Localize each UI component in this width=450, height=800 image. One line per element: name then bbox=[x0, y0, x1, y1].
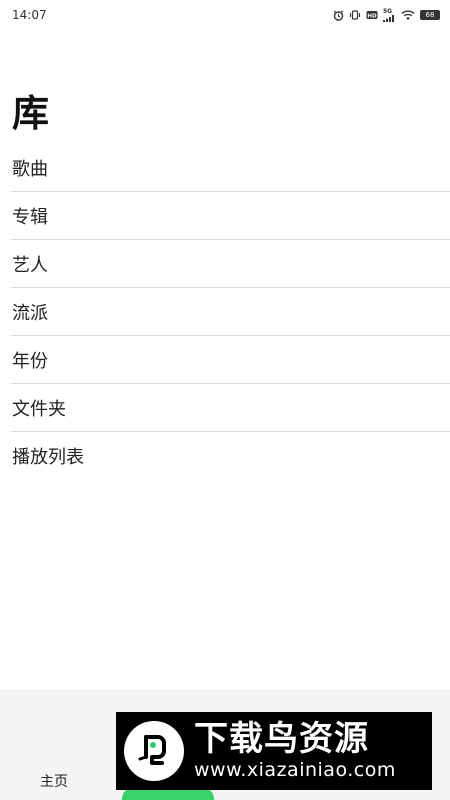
screen: 14:07 HD 5G 68 库 歌曲 专辑 艺人 流派 年份 文件夹 播放列表… bbox=[0, 0, 450, 800]
library-item-playlists[interactable]: 播放列表 bbox=[11, 432, 450, 480]
svg-text:HD: HD bbox=[367, 13, 377, 19]
library-item-genres[interactable]: 流派 bbox=[11, 288, 450, 336]
vibrate-icon bbox=[349, 10, 361, 20]
status-time: 14:07 bbox=[12, 8, 47, 22]
wifi-icon bbox=[401, 10, 415, 20]
signal-icon: 5G bbox=[383, 8, 396, 22]
bird-logo-icon bbox=[124, 721, 184, 781]
watermark-text: 下载鸟资源 www.xiazainiao.com bbox=[194, 718, 396, 782]
status-icons: HD 5G 68 bbox=[333, 8, 440, 22]
nav-tab-home[interactable]: 主页 bbox=[40, 771, 68, 791]
hd-icon: HD bbox=[366, 10, 378, 20]
page-title: 库 bbox=[12, 92, 50, 135]
library-list: 歌曲 专辑 艺人 流派 年份 文件夹 播放列表 bbox=[11, 144, 450, 480]
watermark-url: www.xiazainiao.com bbox=[194, 759, 396, 782]
battery-icon: 68 bbox=[420, 10, 440, 20]
status-bar: 14:07 HD 5G 68 bbox=[0, 0, 450, 30]
library-item-artists[interactable]: 艺人 bbox=[11, 240, 450, 288]
library-item-years[interactable]: 年份 bbox=[11, 336, 450, 384]
watermark-banner: 下载鸟资源 www.xiazainiao.com bbox=[116, 712, 432, 790]
library-item-songs[interactable]: 歌曲 bbox=[11, 144, 450, 192]
alarm-icon bbox=[333, 10, 344, 21]
watermark-title: 下载鸟资源 bbox=[194, 718, 369, 759]
library-item-folders[interactable]: 文件夹 bbox=[11, 384, 450, 432]
library-item-albums[interactable]: 专辑 bbox=[11, 192, 450, 240]
